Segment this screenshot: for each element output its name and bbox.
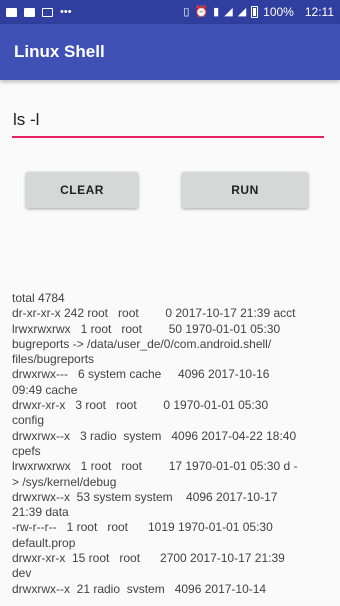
output-line: drwxrwx--- 6 system cache 4096 2017-10-1… bbox=[12, 367, 270, 382]
bottom-edge bbox=[0, 594, 340, 606]
signal-icon: ◢ bbox=[237, 5, 247, 18]
output-line: cpefs bbox=[12, 443, 41, 458]
app-title: Linux Shell bbox=[14, 42, 105, 61]
output-line: drwxrwx--x 21 radio system 4096 2017-10-… bbox=[12, 581, 267, 593]
output-line: default.prop bbox=[12, 535, 76, 550]
output-line: lrwxrwxrwx 1 root root 50 1970-01-01 05:… bbox=[12, 321, 281, 336]
output-line: dev bbox=[12, 566, 32, 581]
output-line: bugreports -> /data/user_de/0/com.androi… bbox=[12, 336, 272, 351]
output-line: total 4784 bbox=[12, 291, 65, 305]
output-line: lrwxrwxrwx 1 root root 17 1970-01-01 05:… bbox=[12, 459, 298, 474]
image-icon bbox=[6, 7, 17, 17]
output-line: drwxrwx--x 53 system system 4096 2017-10… bbox=[12, 489, 278, 504]
output-line: drwxr-xr-x 3 root root 0 1970-01-01 05:3… bbox=[12, 398, 269, 413]
output-line: > /sys/kernel/debug bbox=[12, 474, 117, 489]
clock: 12:11 bbox=[304, 5, 334, 19]
run-button[interactable]: RUN bbox=[182, 172, 308, 208]
output-line: files/bugreports bbox=[12, 352, 95, 367]
output-line: config bbox=[12, 413, 45, 428]
sim-icon: ▮ bbox=[213, 5, 220, 18]
output-line: 21:39 data bbox=[12, 505, 69, 520]
app-bar: Linux Shell bbox=[0, 24, 340, 80]
status-bar: ••• ▯ ⏰ ▮ ◢ ◢ 100% 12:11 bbox=[0, 0, 340, 24]
more-icon: ••• bbox=[60, 5, 72, 18]
notification-icons: ••• bbox=[6, 5, 72, 18]
vibrate-icon: ▯ bbox=[183, 5, 190, 18]
notification-icon bbox=[42, 7, 53, 17]
battery-percent: 100% bbox=[263, 5, 294, 19]
image-icon bbox=[24, 7, 35, 17]
output-line: drwxr-xr-x 15 root root 2700 2017-10-17 … bbox=[12, 551, 285, 566]
system-icons: ▯ ⏰ ▮ ◢ ◢ 100% 12:11 bbox=[183, 5, 334, 19]
output-line: 09:49 cache bbox=[12, 382, 78, 397]
clear-button[interactable]: CLEAR bbox=[26, 172, 138, 208]
alarm-icon: ⏰ bbox=[194, 5, 209, 18]
output-line: -rw-r--r-- 1 root root 1019 1970-01-01 0… bbox=[12, 520, 273, 535]
signal-icon: ◢ bbox=[224, 5, 233, 18]
battery-icon bbox=[251, 6, 259, 18]
command-input[interactable] bbox=[12, 104, 324, 138]
output-line: drwxrwx--x 3 radio system 4096 2017-04-2… bbox=[12, 428, 297, 443]
command-output: total 4784 dr-xr-xr-x 242 root root 0 201… bbox=[12, 291, 334, 593]
output-line: dr-xr-xr-x 242 root root 0 2017-10-17 21… bbox=[12, 306, 296, 321]
